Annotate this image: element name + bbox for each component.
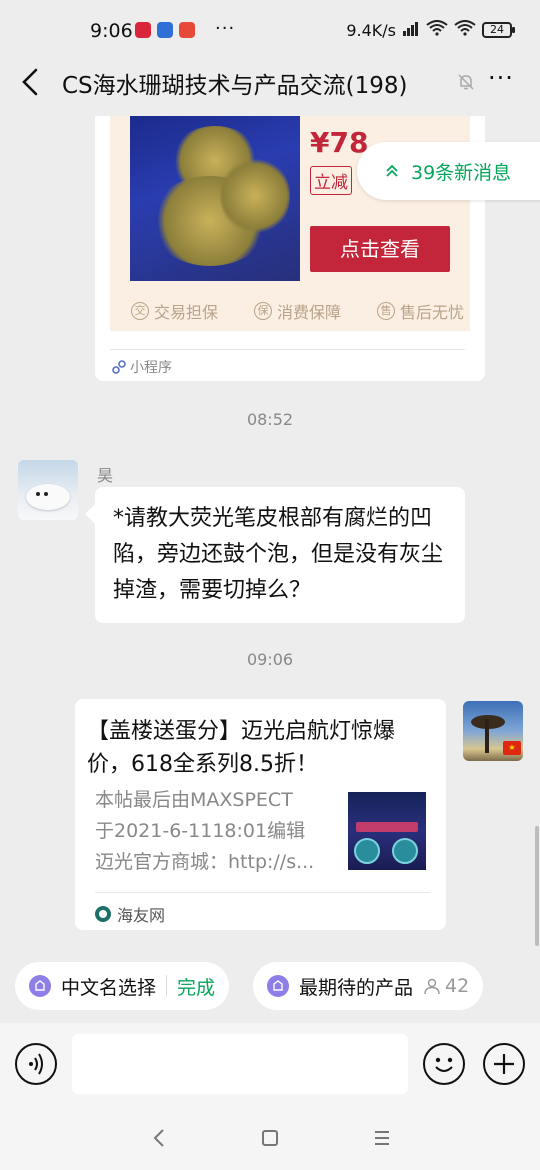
- source-logo-icon: [95, 906, 111, 922]
- divider: [166, 975, 168, 997]
- avatar[interactable]: ★: [463, 701, 523, 761]
- mini-program-source: 小程序: [112, 357, 172, 377]
- status-more-icon: ···: [215, 18, 236, 39]
- guarantee-label: 交易担保: [154, 303, 219, 322]
- view-product-button[interactable]: 点击查看: [310, 226, 450, 272]
- voice-input-button[interactable]: [15, 1043, 57, 1085]
- chat-header: CS海水珊瑚技术与产品交流(198) ···: [0, 50, 540, 116]
- chip-label: 最期待的产品: [299, 976, 414, 999]
- discount-badge: 立减: [310, 166, 352, 195]
- chat-title: CS海水珊瑚技术与产品交流(198): [62, 73, 408, 99]
- quick-reply-bar: 中文名选择 完成 最期待的产品 42: [0, 948, 540, 1023]
- chevron-left-icon: [22, 68, 38, 96]
- link-card[interactable]: 【盖楼送蛋分】迈光启航灯惊爆价，618全系列8.5折！ 本帖最后由MAXSPEC…: [75, 699, 446, 930]
- status-app-icons: [135, 22, 195, 38]
- message-timestamp: 09:06: [246, 650, 294, 669]
- chat-messages[interactable]: ¥78 立减 点击查看 交 交易担保 保 消费保障 售 售后无忧 小程序 39条…: [0, 116, 540, 948]
- quick-reply-chip[interactable]: 最期待的产品 42: [253, 962, 484, 1010]
- mini-program-label: 小程序: [130, 360, 172, 376]
- guarantee-row: 交 交易担保 保 消费保障 售 售后无忧: [125, 296, 470, 326]
- input-bar: [0, 1023, 540, 1105]
- china-flag-icon: ★: [503, 741, 521, 755]
- sender-name: 昊: [97, 466, 114, 485]
- more-options-button[interactable]: ···: [484, 64, 518, 98]
- guarantee-icon: 保: [253, 302, 272, 320]
- guarantee-label: 消费保障: [276, 303, 341, 322]
- status-time: 9:06: [90, 20, 133, 42]
- guarantee-label: 售后无忧: [399, 303, 464, 322]
- nav-home-button[interactable]: [255, 1125, 285, 1151]
- solitaire-icon: [29, 975, 51, 997]
- coral-product-image: [130, 116, 300, 281]
- network-speed: 9.4K/s: [346, 20, 396, 40]
- divider: [95, 892, 430, 893]
- participant-count-value: 42: [445, 975, 470, 997]
- smiley-icon: [435, 1057, 453, 1072]
- guarantee-item: 交 交易担保: [131, 296, 218, 326]
- nav-back-button[interactable]: [145, 1125, 175, 1151]
- back-button[interactable]: [16, 64, 48, 100]
- scrollbar[interactable]: [535, 826, 539, 946]
- app-notification-icon: [179, 22, 195, 38]
- product-price: ¥78: [310, 126, 369, 159]
- nav-menu-icon: [375, 1131, 389, 1145]
- solitaire-icon: [267, 975, 289, 997]
- nav-home-icon: [262, 1130, 278, 1146]
- message-bubble[interactable]: *请教大荧光笔皮根部有腐烂的凹陷，旁边还鼓个泡，但是没有灰尘掉渣，需要切掉么？: [95, 487, 465, 623]
- status-indicators: 9.4K/s 24: [346, 20, 515, 40]
- divider: [110, 349, 465, 350]
- message-input[interactable]: [72, 1034, 408, 1094]
- link-description: 本帖最后由MAXSPECT 于2021-6-1118:01编辑 迈光官方商城：h…: [95, 789, 315, 873]
- guarantee-item: 保 消费保障: [253, 296, 341, 326]
- plus-icon: [494, 1054, 514, 1074]
- app-notification-icon: [157, 22, 173, 38]
- avatar[interactable]: [18, 460, 78, 520]
- system-nav-bar: [0, 1105, 540, 1170]
- mini-program-icon: [112, 360, 126, 374]
- guarantee-item: 售 售后无忧: [376, 296, 464, 326]
- app-notification-icon: [135, 22, 151, 38]
- more-functions-button[interactable]: [483, 1043, 525, 1085]
- person-icon: [424, 978, 440, 995]
- link-thumbnail: [348, 792, 426, 870]
- participant-count: 42: [423, 975, 469, 997]
- chip-status: 完成: [177, 976, 216, 999]
- new-messages-label: 39条新消息: [411, 161, 512, 184]
- emoji-button[interactable]: [423, 1043, 465, 1085]
- chip-label: 中文名选择: [61, 976, 157, 999]
- nav-back-icon: [153, 1129, 164, 1147]
- seal-image: [26, 484, 70, 510]
- mute-bell-icon: [456, 72, 476, 92]
- source-name: 海友网: [117, 906, 166, 925]
- double-chevron-up-icon: [386, 164, 398, 177]
- link-source: 海友网: [95, 902, 165, 926]
- battery-icon: 24: [482, 22, 515, 38]
- signal-icon: [402, 21, 420, 40]
- guarantee-icon: 交: [131, 302, 149, 320]
- message-timestamp: 08:52: [246, 410, 294, 429]
- new-messages-button[interactable]: 39条新消息: [357, 142, 540, 200]
- nav-menu-button[interactable]: [367, 1125, 397, 1151]
- link-title: 【盖楼送蛋分】迈光启航灯惊爆价，618全系列8.5折！: [87, 719, 396, 777]
- message-text: *请教大荧光笔皮根部有腐烂的凹陷，旁边还鼓个泡，但是没有灰尘掉渣，需要切掉么？: [113, 506, 444, 603]
- quick-reply-chip[interactable]: 中文名选择 完成: [15, 962, 230, 1010]
- wifi-icon: [454, 20, 476, 40]
- wifi-icon: [426, 20, 448, 40]
- voice-icon: [29, 1053, 43, 1075]
- guarantee-icon: 售: [376, 302, 395, 320]
